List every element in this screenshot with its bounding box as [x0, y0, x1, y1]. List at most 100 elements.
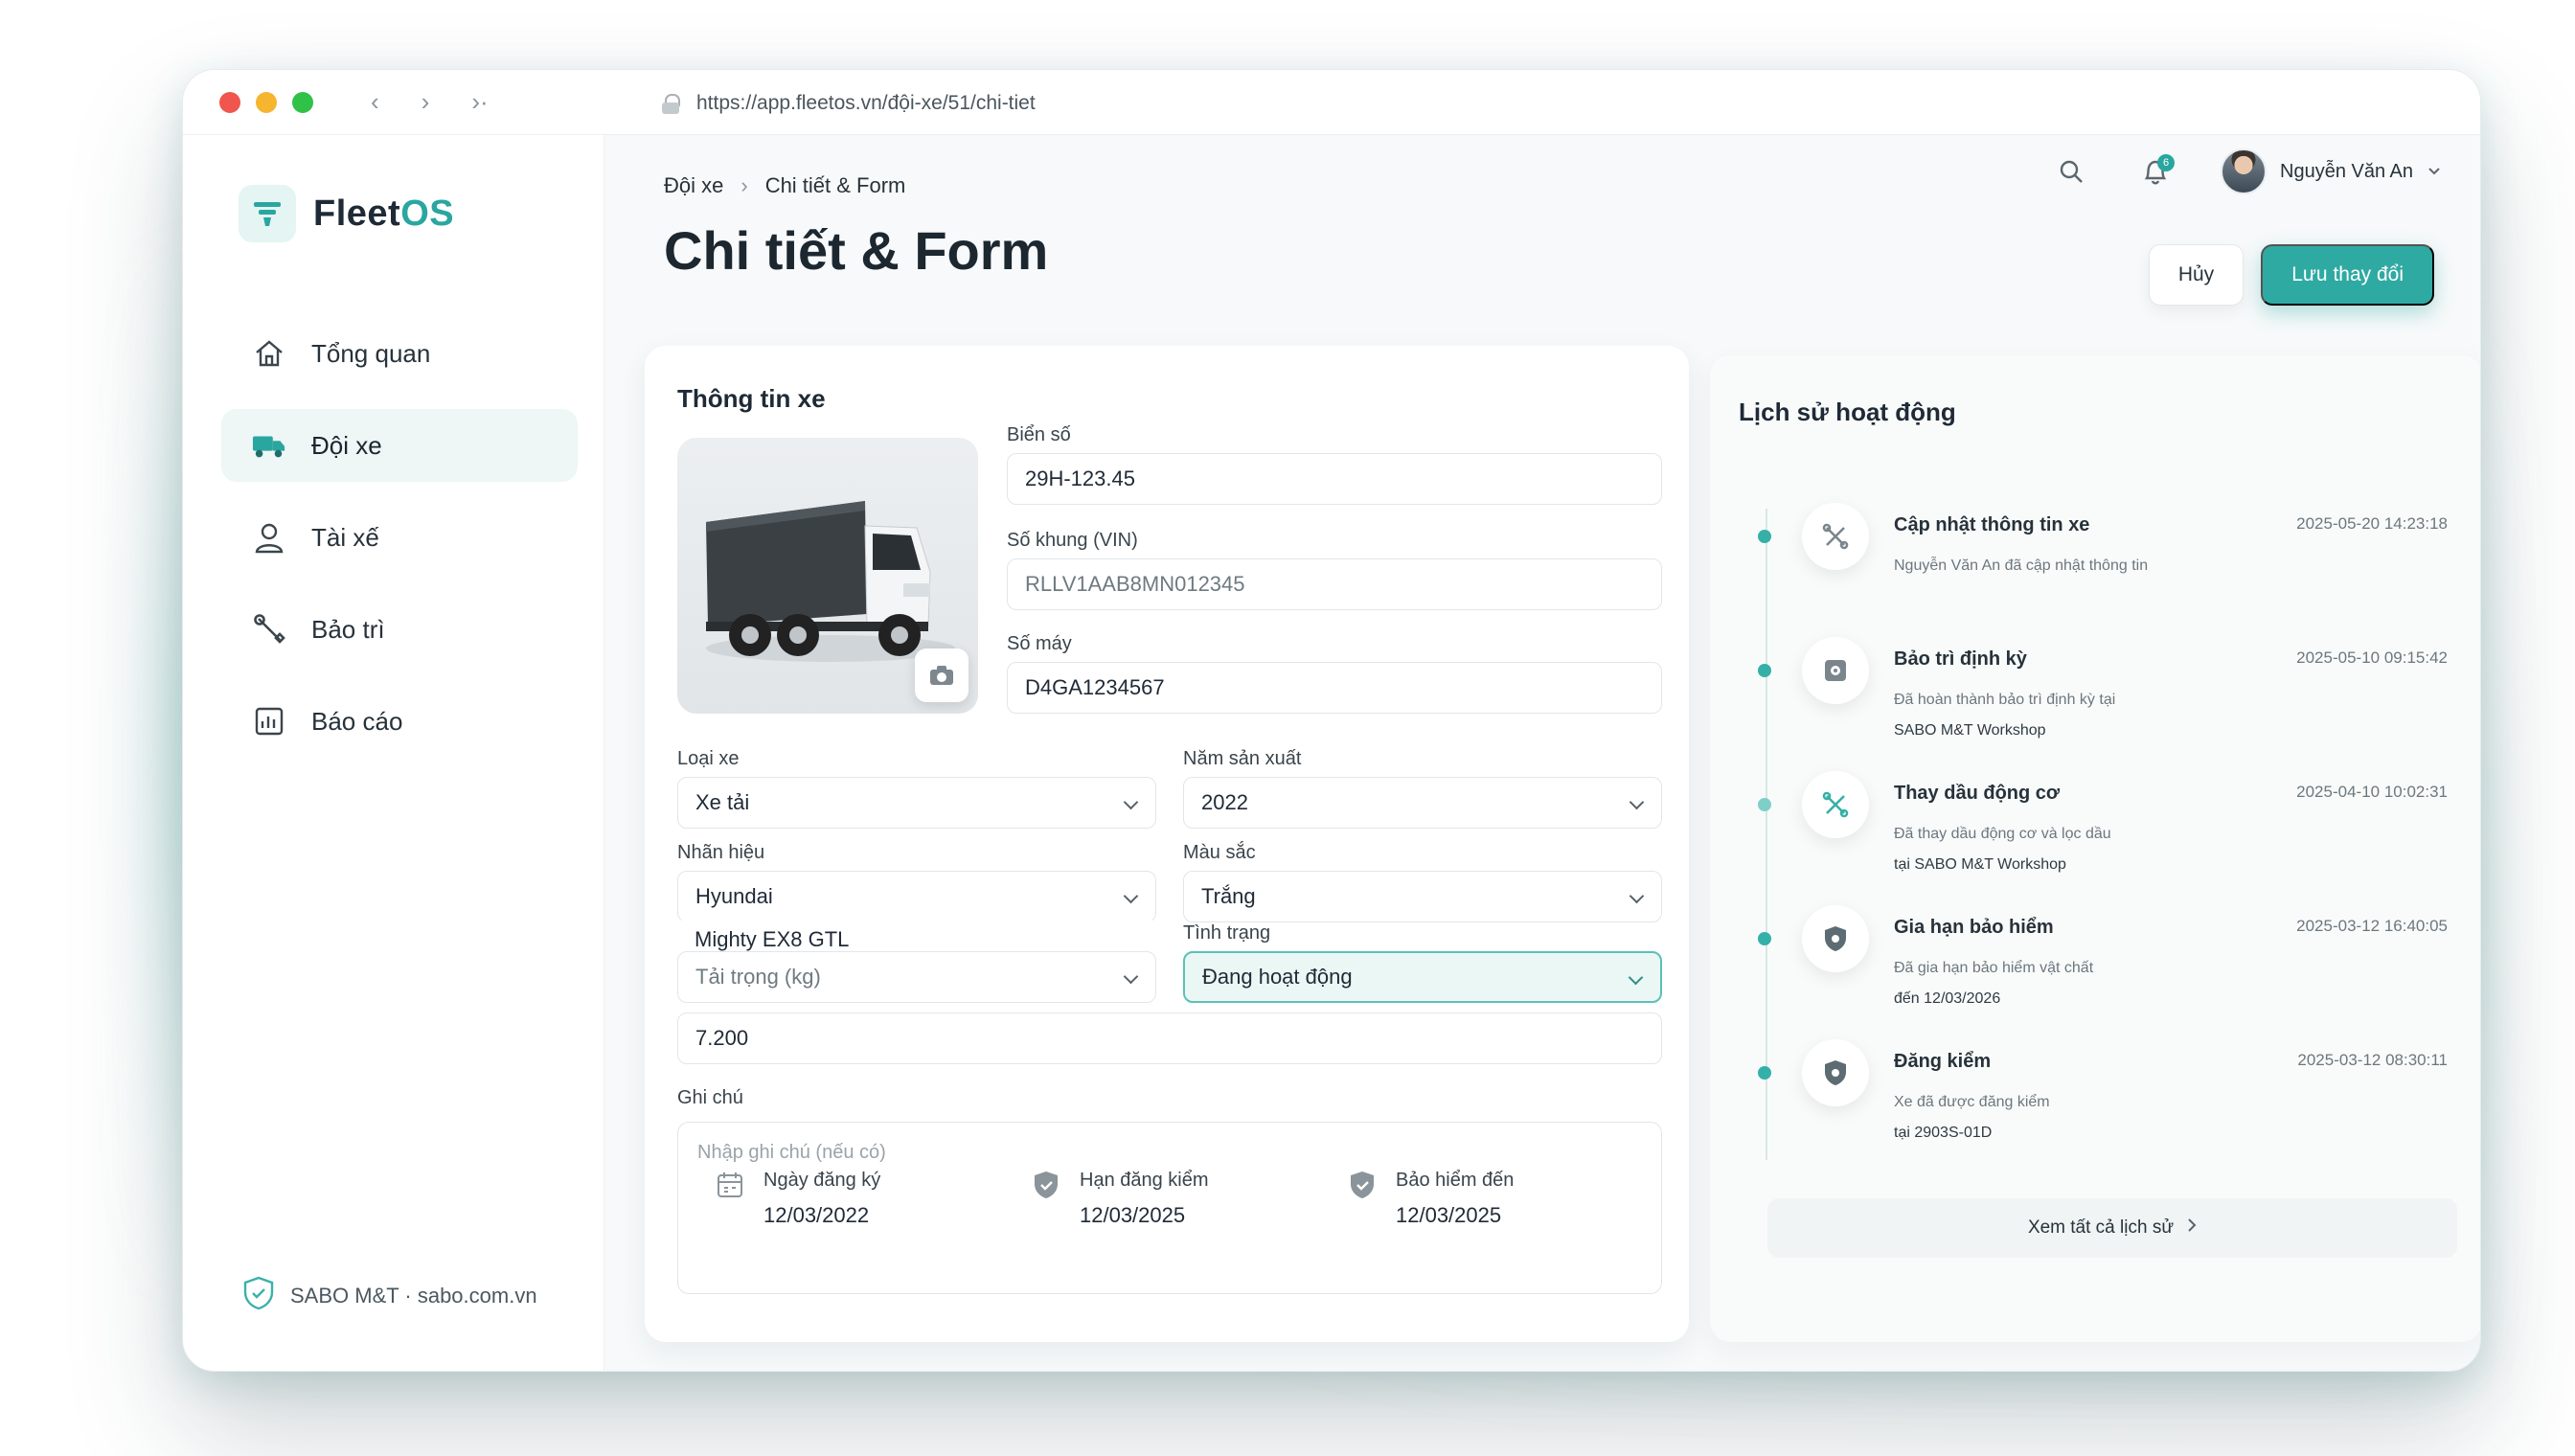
back-icon[interactable]: ‹: [371, 87, 379, 117]
timeline-dot: [1758, 932, 1771, 945]
activity-history-card: Lịch sử hoạt động Cập nhật thông tin xe …: [1710, 355, 2480, 1342]
timeline-title: Bảo trì định kỳ: [1894, 648, 2027, 670]
vehicle-type-select[interactable]: Xe tải: [677, 777, 1156, 829]
timeline-item[interactable]: Cập nhật thông tin xe 2025-05-20 14:23:1…: [1748, 503, 2457, 639]
timeline-item[interactable]: Đăng kiểm 2025-03-12 08:30:11 Xe đã được…: [1748, 1039, 2457, 1175]
search-icon[interactable]: [2052, 152, 2090, 191]
timeline-item[interactable]: Thay dầu động cơ 2025-04-10 10:02:31 Đã …: [1748, 771, 2457, 907]
chevron-right-icon: ›: [741, 173, 748, 197]
shield-check-icon: [1032, 1170, 1060, 1205]
timeline-item[interactable]: Gia hạn bảo hiểm 2025-03-12 16:40:05 Đã …: [1748, 905, 2457, 1041]
timeline-item[interactable]: Bảo trì định kỳ 2025-05-10 09:15:42 Đã h…: [1748, 637, 2457, 773]
tools-icon: [1802, 771, 1869, 838]
timeline-title: Đăng kiểm: [1894, 1051, 1992, 1072]
card-title: Thông tin xe: [677, 384, 826, 413]
brand-name: Fleet: [313, 193, 401, 234]
vehicle-type-label: Loại xe: [677, 748, 740, 769]
meta-value: 12/03/2025: [1080, 1203, 1186, 1227]
brand-logo[interactable]: FleetOS: [239, 185, 454, 242]
sidebar-item-fleet[interactable]: Đội xe: [221, 409, 578, 482]
timeline-dot: [1758, 664, 1771, 677]
sidebar-item-label: Tài xế: [311, 522, 379, 552]
sidebar-item-drivers[interactable]: Tài xế: [221, 501, 578, 574]
vehicle-photo[interactable]: [677, 438, 978, 714]
timeline-desc-line: đến 12/03/2026: [1894, 990, 2001, 1007]
chevron-down-icon: [2427, 161, 2442, 183]
timeline-dot: [1758, 798, 1771, 811]
plate-label: Biển số: [1007, 424, 1071, 445]
browser-titlebar: ‹ › ›· https://app.fleetos.vn/đội-xe/51/…: [183, 70, 2480, 135]
status-select[interactable]: Đang hoạt động: [1183, 951, 1662, 1003]
payload-input[interactable]: 7.200: [677, 1012, 1662, 1064]
chevron-right-icon: [2187, 1217, 2197, 1239]
sidebar-item-overview[interactable]: Tổng quan: [221, 317, 578, 390]
meta-insurance-until: Bảo hiểm đến 12/03/2025: [1348, 1170, 1514, 1228]
vin-label: Số khung (VIN): [1007, 530, 1138, 551]
color-label: Màu sắc: [1183, 842, 1256, 863]
shield-icon: [1802, 905, 1869, 972]
engine-label: Số máy: [1007, 633, 1072, 654]
meta-label: Hạn đăng kiểm: [1080, 1170, 1209, 1191]
timeline-title: Cập nhật thông tin xe: [1894, 514, 2090, 535]
home-icon: [252, 336, 286, 371]
user-menu[interactable]: Nguyễn Văn An: [2221, 148, 2442, 194]
tools-icon: [1802, 503, 1869, 570]
breadcrumb-link-fleet[interactable]: Đội xe: [664, 173, 723, 198]
url-text: https://app.fleetos.vn/đội-xe/51/chi-tie…: [696, 92, 1036, 114]
timeline-desc-line: tại 2903S-01D: [1894, 1125, 1993, 1141]
sidebar-item-reports[interactable]: Báo cáo: [221, 685, 578, 758]
engine-input[interactable]: D4GA1234567: [1007, 662, 1662, 714]
sidebar-footer: SABO M&T · sabo.com.vn: [242, 1275, 537, 1317]
vin-input[interactable]: RLLV1AAB8MN012345: [1007, 558, 1662, 610]
meta-registration-date: Ngày đăng ký 12/03/2022: [716, 1170, 880, 1228]
sidebar-item-maintenance[interactable]: Bảo trì: [221, 593, 578, 666]
address-bar[interactable]: https://app.fleetos.vn/đội-xe/51/chi-tie…: [662, 81, 1812, 125]
truck-icon: [252, 428, 286, 463]
avatar: [2221, 148, 2267, 194]
forward-icon[interactable]: ›: [422, 87, 430, 117]
minimize-window-button[interactable]: [256, 91, 277, 113]
cancel-button[interactable]: Hủy: [2148, 244, 2245, 306]
timeline-time: 2025-05-20 14:23:18: [2296, 514, 2448, 533]
maintenance-icon: [1802, 637, 1869, 704]
save-button[interactable]: Lưu thay đổi: [2261, 244, 2434, 306]
notification-badge: 6: [2157, 154, 2175, 171]
payload-select[interactable]: Tải trọng (kg): [677, 951, 1156, 1003]
brand-select[interactable]: Hyundai: [677, 871, 1156, 922]
shield-icon: [242, 1275, 275, 1317]
vehicle-meta-row: Ngày đăng ký 12/03/2022 Hạn đăng kiểm 12…: [677, 1170, 1662, 1285]
camera-icon[interactable]: [915, 648, 968, 702]
year-select[interactable]: 2022: [1183, 777, 1662, 829]
timeline-desc: Đã hoàn thành bảo trì định kỳ tại SABO M…: [1894, 685, 2210, 746]
see-all-history-button[interactable]: Xem tất cả lịch sử: [1767, 1198, 2457, 1258]
footer-text: SABO M&T · sabo.com.vn: [290, 1284, 537, 1308]
timeline-time: 2025-03-12 16:40:05: [2296, 917, 2448, 935]
calendar-icon: [716, 1170, 744, 1205]
note-label: Ghi chú: [677, 1087, 743, 1108]
plate-input[interactable]: 29H-123.45: [1007, 453, 1662, 505]
lock-icon: [662, 94, 680, 114]
bell-icon[interactable]: 6: [2136, 152, 2175, 191]
color-select[interactable]: Trắng: [1183, 871, 1662, 922]
user-name: Nguyễn Văn An: [2280, 160, 2413, 182]
sidebar: FleetOS Tổng quan Đội xe Tài xế Bảo trì …: [183, 135, 604, 1371]
top-bar: 6 Nguyễn Văn An: [2052, 148, 2442, 194]
timeline-time: 2025-03-12 08:30:11: [2297, 1051, 2448, 1069]
more-icon[interactable]: ›·: [471, 87, 488, 117]
timeline-desc: Đã thay dầu động cơ và lọc dầu tại SABO …: [1894, 819, 2210, 880]
breadcrumb-current: Chi tiết & Form: [764, 173, 906, 197]
page-actions: Hủy Lưu thay đổi: [2148, 244, 2434, 306]
timeline-desc-line: Đã thay dầu động cơ và lọc dầu: [1894, 826, 2111, 842]
sidebar-item-label: Báo cáo: [311, 706, 403, 736]
meta-label: Bảo hiểm đến: [1396, 1170, 1515, 1191]
meta-value: 12/03/2022: [763, 1203, 870, 1227]
maximize-window-button[interactable]: [292, 91, 313, 113]
timeline-title: Gia hạn bảo hiểm: [1894, 917, 2054, 938]
history-title: Lịch sử hoạt động: [1739, 398, 1956, 426]
timeline-desc-line: Đã hoàn thành bảo trì định kỳ tại: [1894, 692, 2116, 708]
vehicle-info-card: Thông tin xe Biển số 29H-123.45 Số khung…: [645, 346, 1689, 1342]
timeline-desc-line: tại SABO M&T Workshop: [1894, 856, 2066, 873]
close-window-button[interactable]: [219, 91, 240, 113]
report-icon: [252, 704, 286, 739]
meta-inspection-due: Hạn đăng kiểm 12/03/2025: [1032, 1170, 1209, 1228]
